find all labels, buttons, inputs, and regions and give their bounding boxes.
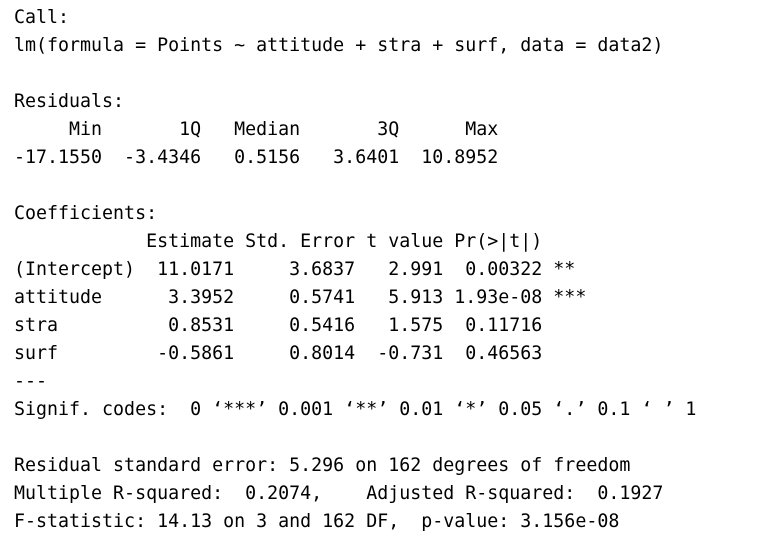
coefficients-column-labels: Estimate Std. Error t value Pr(>|t|) (14, 231, 587, 252)
coefficient-row-stra: stra 0.8531 0.5416 1.575 0.11716 (14, 315, 587, 336)
r-console-output: Call: lm(formula = Points ~ attitude + s… (14, 4, 774, 536)
f-statistic-line: F-statistic: 14.13 on 3 and 162 DF, p-va… (14, 511, 620, 532)
signif-codes: Signif. codes: 0 ‘***’ 0.001 ‘**’ 0.01 ‘… (14, 399, 697, 420)
residuals-header: Residuals: (14, 91, 125, 112)
coefficient-row-surf: surf -0.5861 0.8014 -0.731 0.46563 (14, 343, 587, 364)
residual-standard-error: Residual standard error: 5.296 on 162 de… (14, 455, 631, 476)
residuals-values: -17.1550 -3.4346 0.5156 3.6401 10.8952 (14, 147, 510, 168)
call-header: Call: (14, 7, 70, 28)
coefficients-header: Coefficients: (14, 203, 158, 224)
residuals-column-labels: Min 1Q Median 3Q Max (14, 119, 510, 140)
call-formula: lm(formula = Points ~ attitude + stra + … (14, 35, 664, 56)
r-squared-line: Multiple R-squared: 0.2074, Adjusted R-s… (14, 483, 675, 504)
coefficient-row-intercept: (Intercept) 11.0171 3.6837 2.991 0.00322… (14, 259, 587, 280)
coefficient-row-attitude: attitude 3.3952 0.5741 5.913 1.93e-08 **… (14, 287, 587, 308)
separator-dashes: --- (14, 371, 48, 392)
